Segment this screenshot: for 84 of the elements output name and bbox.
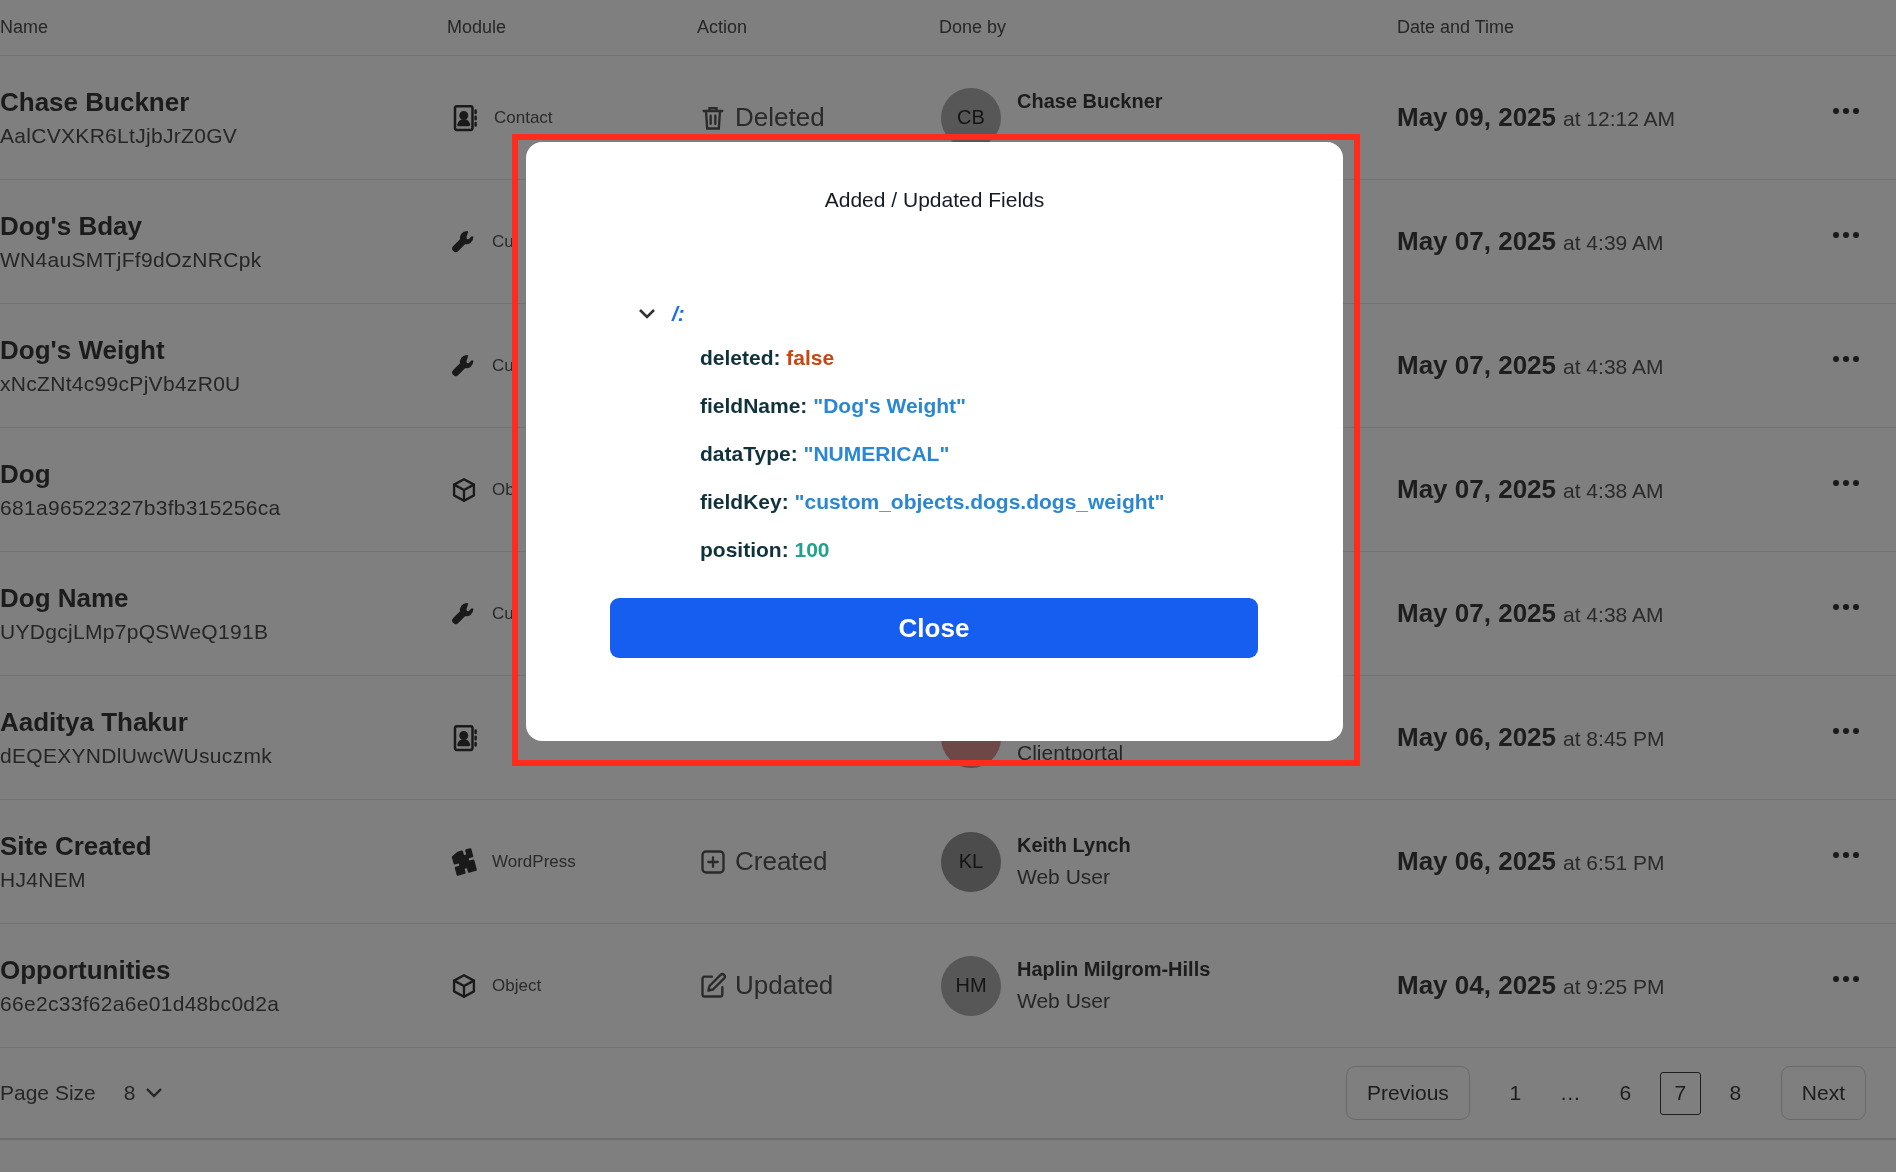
puzzle-icon <box>450 847 478 876</box>
user-name: Haplin Milgrom-Hills <box>1017 958 1211 981</box>
time: at 8:45 PM <box>1563 727 1665 751</box>
date: May 07, 2025 <box>1397 598 1556 629</box>
property-line: fieldKey: "custom_objects.dogs.dogs_weight" <box>700 490 1166 514</box>
next-button[interactable]: Next <box>1780 1066 1866 1120</box>
tree-node-label: /: <box>672 302 685 326</box>
date: May 04, 2025 <box>1397 970 1556 1001</box>
date: May 07, 2025 <box>1397 474 1556 505</box>
page-button[interactable]: 8 <box>1714 1071 1756 1115</box>
date: May 09, 2025 <box>1397 102 1556 133</box>
record-name: Dog Name <box>0 583 130 614</box>
user-source: Web User <box>1017 989 1111 1013</box>
edit-icon <box>699 971 727 1000</box>
date: May 06, 2025 <box>1397 846 1556 877</box>
record-name: Site Created <box>0 831 153 862</box>
record-name: Aaditya Thakur <box>0 707 189 738</box>
cube-icon <box>450 971 478 1000</box>
record-id: HJ4NEM <box>0 868 87 892</box>
user-source: Web User <box>1017 865 1111 889</box>
more-icon[interactable] <box>1832 478 1860 487</box>
more-icon[interactable] <box>1832 602 1860 611</box>
record-id: 66e2c33f62a6e01d48bc0d2a <box>0 992 281 1016</box>
record-name: Dog <box>0 459 52 490</box>
previous-button[interactable]: Previous <box>1346 1066 1470 1120</box>
column-header: Done by <box>939 17 1008 38</box>
date: May 06, 2025 <box>1397 722 1556 753</box>
record-id: 681a96522327b3fb315256ca <box>0 496 282 520</box>
time: at 4:38 AM <box>1563 603 1664 627</box>
column-header: Date and Time <box>1397 17 1516 38</box>
record-id: dEQEXYNDlUwcWUsuczmk <box>0 744 274 768</box>
page-size-select[interactable]: 8 <box>123 1081 164 1105</box>
record-name: Opportunities <box>0 955 172 986</box>
column-header: Name <box>0 17 49 38</box>
record-id: WN4auSMTjFf9dOzNRCpk <box>0 248 263 272</box>
action-label: Deleted <box>735 102 825 133</box>
more-icon[interactable] <box>1832 850 1860 859</box>
page-size-label: Page Size <box>0 1081 96 1105</box>
more-icon[interactable] <box>1832 354 1860 363</box>
plus-square-icon <box>699 847 727 876</box>
time: at 9:25 PM <box>1563 975 1665 999</box>
time: at 4:38 AM <box>1563 355 1664 379</box>
action-label: Created <box>735 846 828 877</box>
property-line: position: 100 <box>700 538 831 562</box>
date: May 07, 2025 <box>1397 226 1556 257</box>
dialog-title: Added / Updated Fields <box>823 188 1046 212</box>
record-name: Chase Buckner <box>0 87 191 118</box>
module-label: Contact <box>494 107 553 128</box>
module-label: WordPress <box>492 851 576 872</box>
page-button[interactable]: 1 <box>1494 1071 1536 1115</box>
more-icon[interactable] <box>1832 230 1860 239</box>
record-id: UYDgcjLMp7pQSWeQ191B <box>0 620 270 644</box>
column-header: Module <box>447 17 508 38</box>
avatar: HM <box>941 955 1001 1016</box>
page-button[interactable]: 7 <box>1659 1071 1701 1115</box>
chevron-down-icon <box>145 1087 164 1099</box>
user-source: Clientportal <box>1017 741 1124 765</box>
user-name: Keith Lynch <box>1017 834 1131 857</box>
avatar: KL <box>941 831 1001 892</box>
page-button[interactable]: … <box>1549 1071 1591 1115</box>
record-name: Dog's Weight <box>0 335 166 366</box>
time: at 4:39 AM <box>1563 231 1664 255</box>
close-button[interactable]: Close <box>610 598 1258 658</box>
property-line: dataType: "NUMERICAL" <box>700 442 951 466</box>
cube-icon <box>450 475 478 504</box>
date: May 07, 2025 <box>1397 350 1556 381</box>
user-name: Chase Buckner <box>1017 90 1163 113</box>
action-label: Updated <box>735 970 834 1001</box>
more-icon[interactable] <box>1832 106 1860 115</box>
more-icon[interactable] <box>1832 974 1860 983</box>
expand-toggle[interactable] <box>638 308 656 320</box>
property-line: deleted: false <box>700 346 836 370</box>
property-line: fieldName: "Dog's Weight" <box>700 394 968 418</box>
record-id: AalCVXKR6LtJjbJrZ0GV <box>0 124 239 148</box>
record-name: Dog's Bday <box>0 211 143 242</box>
module-label: Object <box>492 975 542 996</box>
more-icon[interactable] <box>1832 726 1860 735</box>
record-id: xNcZNt4c99cPjVb4zR0U <box>0 372 242 396</box>
chevron-down-icon <box>638 308 656 320</box>
page-button[interactable]: 6 <box>1604 1071 1646 1115</box>
time: at 12:12 AM <box>1563 107 1676 131</box>
time: at 4:38 AM <box>1563 479 1664 503</box>
time: at 6:51 PM <box>1563 851 1665 875</box>
column-header: Action <box>697 17 749 38</box>
